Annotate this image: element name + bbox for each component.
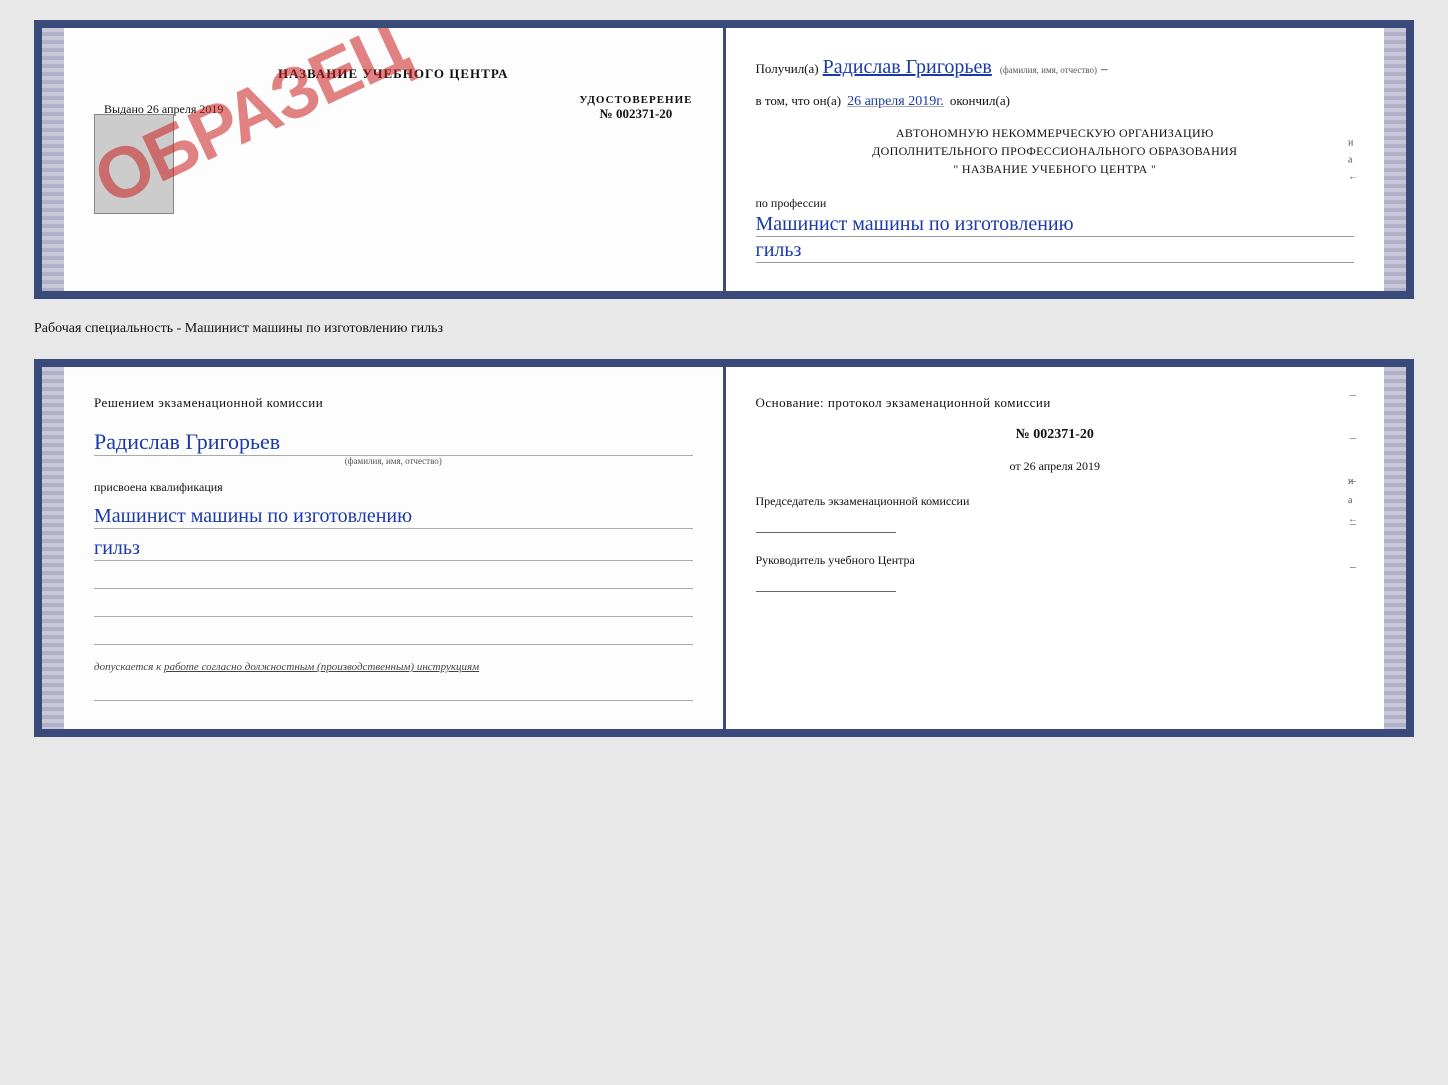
upper-cert-right: Получил(а) Радислав Григорьев (фамилия, … xyxy=(726,28,1385,291)
date-prefix: в том, что он(а) xyxy=(756,93,842,109)
date-value: 26 апреля 2019г. xyxy=(847,94,944,110)
profession-block: по профессии Машинист машины по изготовл… xyxy=(756,196,1355,263)
assigned-gilz: гильз xyxy=(94,537,693,561)
rukovoditel-label: Руководитель учебного Центра xyxy=(756,553,1355,568)
ot-prefix: от xyxy=(1009,459,1020,473)
upper-cert-left: НАЗВАНИЕ УЧЕБНОГО ЦЕНТРА ОБРАЗЕЦ УДОСТОВ… xyxy=(64,28,726,291)
right-dashes: – – – – – xyxy=(1350,387,1356,574)
lower-cert-right: Основание: протокол экзаменационной коми… xyxy=(726,367,1385,729)
assigned-profession: Машинист машины по изготовлению xyxy=(94,505,693,529)
received-prefix: Получил(а) xyxy=(756,61,819,77)
blank-line-2 xyxy=(94,599,693,617)
profession-value: Машинист машины по изготовлению xyxy=(756,213,1355,237)
protocol-number: № 002371-20 xyxy=(756,427,1355,443)
lower-certificate: Решением экзаменационной комиссии Радисл… xyxy=(34,359,1414,737)
допускается-value: работе согласно должностным (производств… xyxy=(164,661,479,673)
org-line1: АВТОНОМНУЮ НЕКОММЕРЧЕСКУЮ ОРГАНИЗАЦИЮ xyxy=(756,124,1355,142)
chairman-label: Председатель экзаменационной комиссии xyxy=(756,494,1355,509)
udostoverenie-block: УДОСТОВЕРЕНИЕ № 002371-20 xyxy=(579,94,692,122)
side-char-i: и xyxy=(1348,137,1358,148)
date-line: в том, что он(а) 26 апреля 2019г. окончи… xyxy=(756,93,1355,110)
divider-label: Рабочая специальность - Машинист машины … xyxy=(34,317,1414,341)
photo-placeholder xyxy=(94,114,174,214)
blank-line-4 xyxy=(94,683,693,701)
resolution-title: Решением экзаменационной комиссии xyxy=(94,395,693,411)
name-sub-label: (фамилия, имя, отчество) xyxy=(1000,65,1097,75)
chairman-block: Председатель экзаменационной комиссии xyxy=(756,494,1355,533)
udostoverenie-title: УДОСТОВЕРЕНИЕ xyxy=(579,94,692,106)
upper-certificate: НАЗВАНИЕ УЧЕБНОГО ЦЕНТРА ОБРАЗЕЦ УДОСТОВ… xyxy=(34,20,1414,299)
page-container: НАЗВАНИЕ УЧЕБНОГО ЦЕНТРА ОБРАЗЕЦ УДОСТОВ… xyxy=(34,20,1414,737)
ot-date-value: 26 апреля 2019 xyxy=(1024,459,1100,473)
osnov-title: Основание: протокол экзаменационной коми… xyxy=(756,395,1355,411)
допускается-block: допускается к работе согласно должностны… xyxy=(94,661,693,673)
upper-cert-title: НАЗВАНИЕ УЧЕБНОГО ЦЕНТРА xyxy=(278,66,509,82)
received-line: Получил(а) Радислав Григорьев (фамилия, … xyxy=(756,56,1355,79)
допускается-prefix: допускается к xyxy=(94,661,161,673)
side-chars-upper: и а ← xyxy=(1348,137,1358,182)
blank-line-3 xyxy=(94,627,693,645)
resolution-name-block: Радислав Григорьев (фамилия, имя, отчест… xyxy=(94,429,693,466)
chairman-signature-line xyxy=(756,513,896,533)
lower-name-sub: (фамилия, имя, отчество) xyxy=(94,456,693,466)
assigned-label: присвоена квалификация xyxy=(94,480,693,495)
org-block: АВТОНОМНУЮ НЕКОММЕРЧЕСКУЮ ОРГАНИЗАЦИЮ ДО… xyxy=(756,124,1355,178)
ot-date-line: от 26 апреля 2019 xyxy=(756,459,1355,474)
resolution-name: Радислав Григорьев xyxy=(94,429,693,456)
blank-line-1 xyxy=(94,571,693,589)
recipient-name: Радислав Григорьев xyxy=(823,56,992,79)
dash-separator: – xyxy=(1101,61,1108,77)
profession-label: по профессии xyxy=(756,196,1355,211)
org-name-quotes: " НАЗВАНИЕ УЧЕБНОГО ЦЕНТРА " xyxy=(756,160,1355,178)
side-char-arrow: ← xyxy=(1348,171,1358,182)
cert-number-upper: № 002371-20 xyxy=(579,106,692,122)
side-char-a: а xyxy=(1348,154,1358,165)
rukovoditel-block: Руководитель учебного Центра xyxy=(756,553,1355,592)
org-line2: ДОПОЛНИТЕЛЬНОГО ПРОФЕССИОНАЛЬНОГО ОБРАЗО… xyxy=(756,142,1355,160)
rukovoditel-signature-line xyxy=(756,572,896,592)
lower-cert-left: Решением экзаменационной комиссии Радисл… xyxy=(64,367,726,729)
gilz-value: гильз xyxy=(756,239,1355,263)
okончил-suffix: окончил(а) xyxy=(950,93,1010,109)
